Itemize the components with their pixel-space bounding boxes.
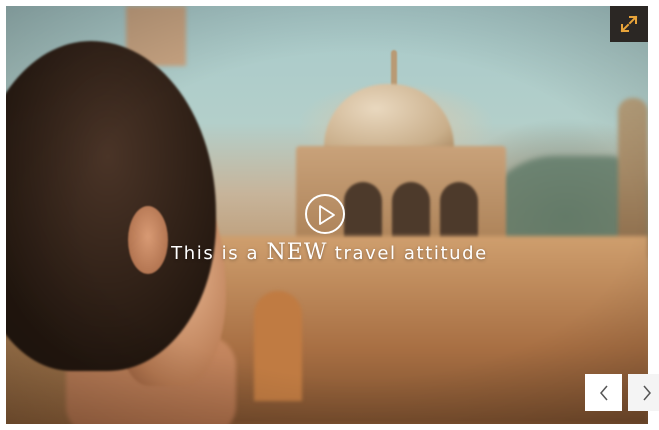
video-hero: This is a NEW travel attitude xyxy=(0,0,659,430)
next-slide-button[interactable] xyxy=(628,374,659,411)
previous-slide-button[interactable] xyxy=(585,374,622,411)
video-tagline: This is a NEW travel attitude xyxy=(0,240,659,265)
play-button[interactable] xyxy=(305,194,345,234)
tagline-start: This is a xyxy=(171,243,260,264)
tagline-emphasis: NEW xyxy=(266,240,328,265)
play-icon xyxy=(319,205,335,225)
tagline-end: travel attitude xyxy=(334,243,488,264)
expand-icon xyxy=(620,15,638,33)
fullscreen-button[interactable] xyxy=(610,6,648,42)
chevron-right-icon xyxy=(642,385,651,400)
chevron-left-icon xyxy=(599,385,608,400)
